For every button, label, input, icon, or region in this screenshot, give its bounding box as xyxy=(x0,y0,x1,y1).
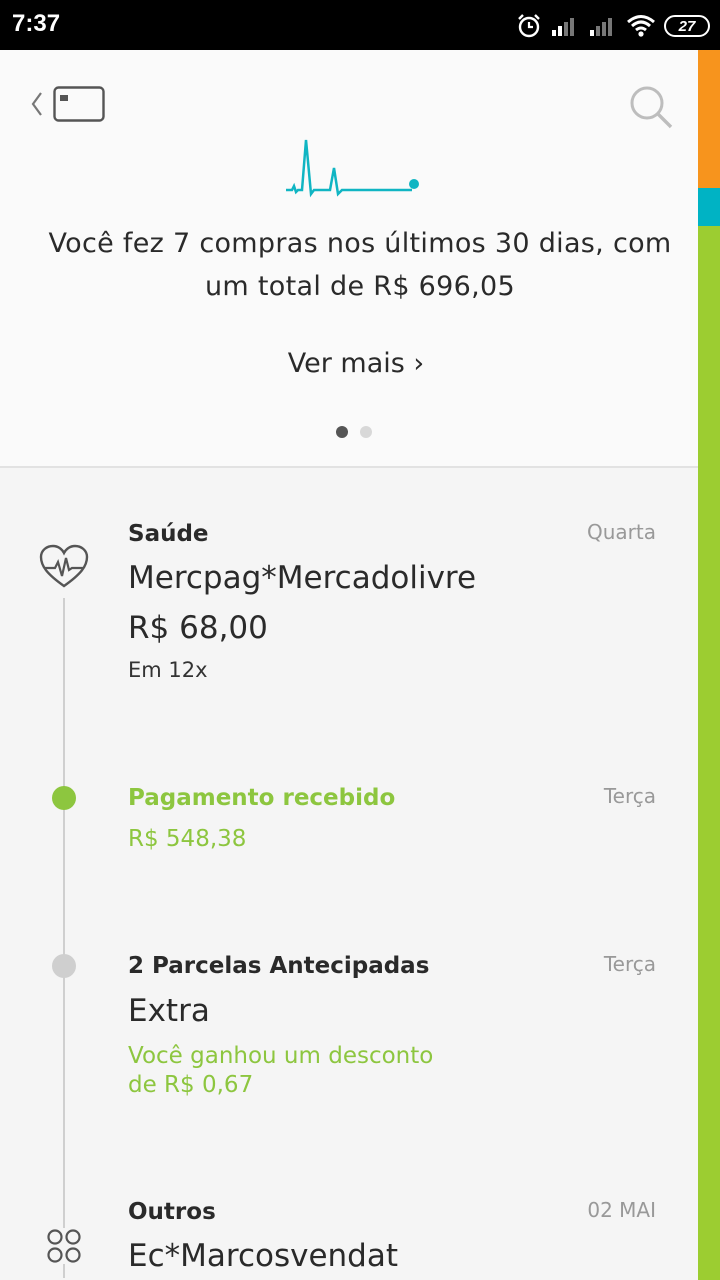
status-time: 7:37 xyxy=(12,10,61,37)
card-icon xyxy=(53,86,105,122)
search-button[interactable] xyxy=(628,84,674,130)
chevron-left-icon xyxy=(31,92,42,116)
signal-icon xyxy=(552,18,574,36)
payment-node-dot xyxy=(52,786,76,810)
strip-green xyxy=(698,226,720,1280)
battery-icon: 27 xyxy=(664,15,710,37)
page-dot[interactable] xyxy=(360,426,372,438)
feed-item-other[interactable]: Outros 02 MAI Ec*Marcosvendat xyxy=(0,1196,698,1280)
status-icons: 27 xyxy=(516,12,710,40)
purchase-summary: Você fez 7 compras nos últimos 30 dias, … xyxy=(48,228,672,302)
summary-header: Você fez 7 compras nos últimos 30 dias, … xyxy=(0,50,698,468)
see-more-link[interactable]: Ver mais › xyxy=(220,348,492,379)
feed-item-purchase[interactable]: Saúde Quarta Mercpag*Mercadolivre R$ 68,… xyxy=(0,500,698,700)
item-date: Terça xyxy=(603,784,656,808)
status-node-dot xyxy=(52,954,76,978)
strip-orange xyxy=(698,50,720,188)
timeline-line xyxy=(63,598,65,1278)
status-bar: 7:37 27 xyxy=(0,0,720,50)
grid-circles-icon xyxy=(46,1228,82,1264)
item-installments: Em 12x xyxy=(128,658,208,682)
item-merchant: Extra xyxy=(128,993,210,1029)
strip-teal xyxy=(698,188,720,226)
item-amount: R$ 68,00 xyxy=(128,610,268,646)
item-date: Quarta xyxy=(587,520,656,544)
search-icon xyxy=(630,86,673,129)
item-amount: R$ 548,38 xyxy=(128,826,247,852)
side-color-strip xyxy=(698,50,720,1280)
page-dot-active[interactable] xyxy=(336,426,348,438)
pulse-graph-icon xyxy=(286,139,419,198)
discount-line: de R$ 0,67 xyxy=(128,1072,254,1098)
feed-item-payment[interactable]: Pagamento recebido Terça R$ 548,38 xyxy=(0,780,698,880)
wifi-icon xyxy=(627,15,655,37)
item-title: Pagamento recebido xyxy=(128,785,396,811)
signal-icon xyxy=(590,18,612,36)
item-date: Terça xyxy=(603,952,656,976)
item-merchant: Mercpag*Mercadolivre xyxy=(128,560,477,596)
back-button[interactable] xyxy=(28,86,108,122)
item-date: 02 MAI xyxy=(587,1198,656,1222)
item-category: 2 Parcelas Antecipadas xyxy=(128,953,430,979)
item-category: Outros xyxy=(128,1199,216,1225)
heart-pulse-icon xyxy=(39,544,89,588)
item-category: Saúde xyxy=(128,521,209,547)
alarm-icon xyxy=(518,14,540,38)
page-indicator xyxy=(336,426,372,438)
feed-item-installments[interactable]: 2 Parcelas Antecipadas Terça Extra Você … xyxy=(0,948,698,1108)
item-merchant: Ec*Marcosvendat xyxy=(128,1238,398,1274)
discount-line: Você ganhou um desconto xyxy=(128,1043,434,1069)
